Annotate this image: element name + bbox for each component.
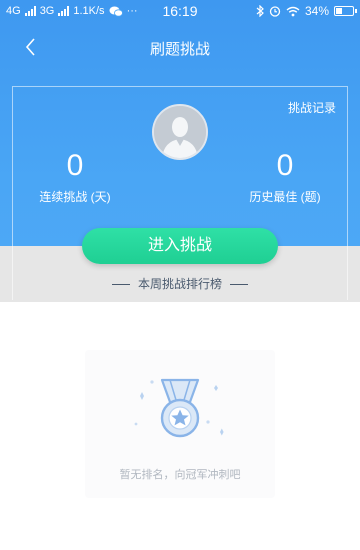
battery-icon (334, 6, 357, 16)
bluetooth-icon (256, 5, 264, 17)
empty-ranking-text: 暂无排名，向冠军冲刺吧 (119, 469, 241, 481)
weekly-ranking-title: 本周挑战排行榜 (0, 275, 360, 292)
navbar: 刷题挑战 (0, 30, 360, 64)
best-label: 历史最佳 (题) (249, 190, 321, 204)
status-right: 34% (256, 4, 357, 18)
ranking-title-text: 本周挑战排行榜 (137, 277, 222, 291)
status-bar: 4G 3G 1.1K/s ··· 16:19 34% (0, 0, 360, 24)
streak-value: 0 (66, 149, 84, 182)
wifi-icon (286, 6, 300, 16)
streak-stat: 0 连续挑战 (天) (30, 150, 120, 205)
battery-percent: 34% (304, 4, 329, 18)
best-stat: 0 历史最佳 (题) (240, 150, 330, 205)
streak-label: 连续挑战 (天) (39, 190, 111, 204)
user-icon (154, 106, 206, 158)
alarm-icon (269, 6, 281, 17)
avatar[interactable] (152, 104, 208, 160)
divider (230, 284, 248, 286)
medal-icon (110, 362, 250, 452)
divider (111, 284, 130, 286)
page-title: 刷题挑战 (149, 41, 210, 58)
best-value: 0 (276, 149, 294, 182)
enter-challenge-button[interactable]: 进入挑战 (82, 228, 278, 264)
challenge-record-link[interactable]: 挑战记录 (288, 99, 336, 116)
